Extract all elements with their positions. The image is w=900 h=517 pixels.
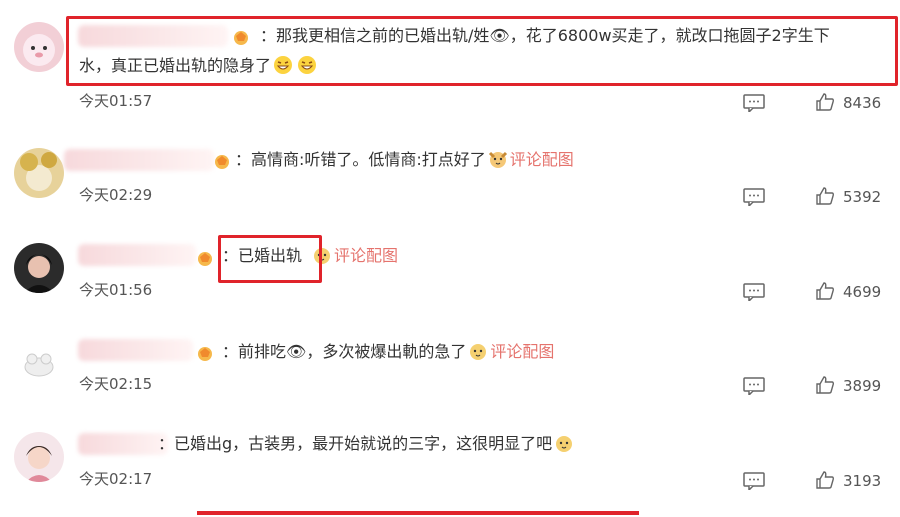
username-blurred[interactable] <box>78 339 193 361</box>
reply-icon[interactable] <box>743 377 765 395</box>
vip-crown-icon <box>215 155 229 169</box>
like-count: 4699 <box>843 283 882 301</box>
comment-image-link[interactable]: 评论配图 <box>334 246 398 265</box>
comment-text: ：已婚出g，古装男，最开始就说的三字，这很明显了吧 <box>158 430 576 457</box>
avatar[interactable] <box>14 22 64 72</box>
timestamp: 今天02:29 <box>79 186 153 204</box>
highlight-box-partial <box>197 511 639 515</box>
vip-crown-icon <box>198 347 212 361</box>
timestamp: 今天01:57 <box>79 92 153 110</box>
thumbs-up-icon[interactable] <box>815 281 835 301</box>
dog-emoji-icon <box>468 341 488 361</box>
comment-text: ：高情商:听错了。低情商:打点好了 评论配图 <box>235 149 574 169</box>
thumbs-up-icon[interactable] <box>815 186 835 206</box>
like-count: 5392 <box>843 188 882 206</box>
username-blurred[interactable] <box>64 149 214 171</box>
username-blurred[interactable] <box>78 433 168 455</box>
timestamp: 今天01:56 <box>79 281 153 299</box>
dog-emoji-icon <box>488 149 508 169</box>
reply-icon[interactable] <box>743 94 765 112</box>
like-count: 8436 <box>843 94 882 112</box>
avatar[interactable] <box>14 432 64 482</box>
reply-icon[interactable] <box>743 472 765 490</box>
avatar[interactable] <box>14 337 64 387</box>
thumbs-up-icon[interactable] <box>815 470 835 490</box>
highlight-box <box>66 16 898 86</box>
username-blurred[interactable] <box>78 244 196 266</box>
eyes-icon: 👁 <box>286 342 307 361</box>
comment-text: ：前排吃👁，多次被爆出軌的急了 评论配图 <box>222 341 555 361</box>
thumbs-up-icon[interactable] <box>815 92 835 112</box>
reply-icon[interactable] <box>743 283 765 301</box>
thumbs-up-icon[interactable] <box>815 375 835 395</box>
like-count: 3899 <box>843 377 882 395</box>
avatar[interactable] <box>14 148 64 198</box>
vip-crown-icon <box>198 252 212 266</box>
comment-image-link[interactable]: 评论配图 <box>490 342 554 361</box>
avatar[interactable] <box>14 243 64 293</box>
highlight-box <box>218 235 322 283</box>
like-count: 3193 <box>843 472 882 490</box>
reply-icon[interactable] <box>743 188 765 206</box>
comment-image-link[interactable]: 评论配图 <box>510 150 574 169</box>
timestamp: 今天02:15 <box>79 375 153 393</box>
timestamp: 今天02:17 <box>79 470 153 488</box>
dog-emoji-icon <box>554 433 574 453</box>
